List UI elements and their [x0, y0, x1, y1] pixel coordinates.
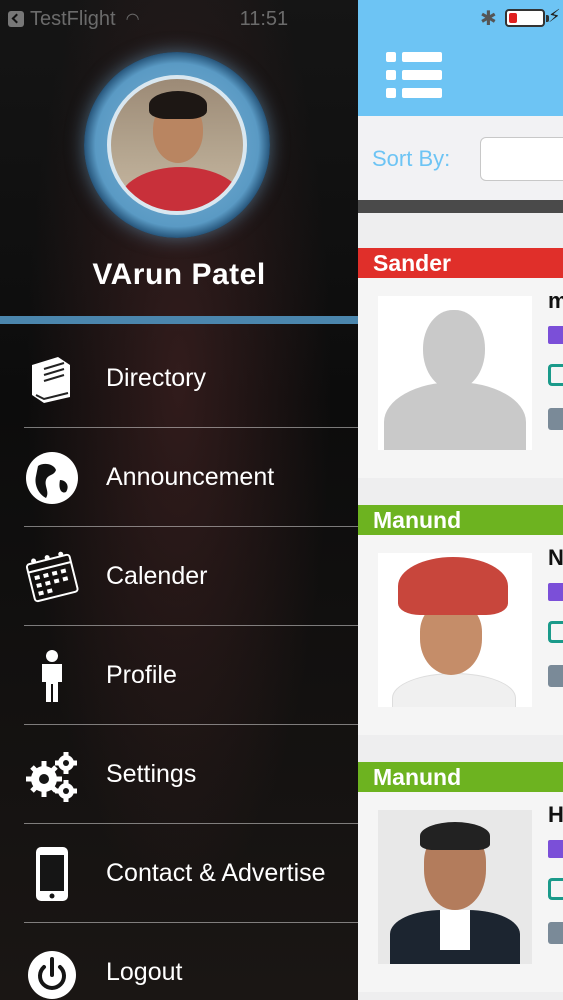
phone-call-icon[interactable]: [548, 364, 563, 386]
wifi-icon: ◠: [125, 11, 140, 28]
menu-item-label: Announcement: [106, 463, 275, 491]
directory-screen: ✱ ⚡ Sort By: Sander m Manund N Manund H: [358, 0, 563, 1000]
menu-item-label: Settings: [106, 760, 197, 788]
member-name: H: [548, 802, 563, 827]
menu-item-calender[interactable]: Calender: [0, 527, 358, 626]
menu-toggle-icon[interactable]: [386, 52, 442, 98]
avatar-ring: [84, 52, 270, 238]
charging-icon: ⚡: [548, 6, 561, 26]
phone-call-icon[interactable]: [548, 621, 563, 643]
card-category-band: Sander: [358, 248, 563, 278]
profile-header: VArun Patel: [0, 52, 358, 322]
menu-item-settings[interactable]: Settings: [0, 725, 358, 824]
menu-item-label: Directory: [106, 364, 207, 392]
sort-divider: [358, 200, 563, 213]
member-card[interactable]: Sander m: [358, 248, 563, 505]
menu-item-logout[interactable]: Logout: [0, 923, 358, 1000]
email-icon[interactable]: [548, 840, 563, 858]
briefcase-icon: [548, 408, 563, 430]
phone-icon: [24, 846, 80, 902]
side-drawer: TestFlight ◠ 11:51 VArun Patel Directory…: [0, 0, 358, 1000]
member-photo: [378, 553, 532, 707]
email-icon[interactable]: [548, 583, 563, 601]
gears-icon: [24, 747, 80, 803]
avatar[interactable]: [107, 75, 247, 215]
briefcase-icon: [548, 665, 563, 687]
card-body: H: [358, 792, 563, 992]
drawer-menu: Directory Announcement Calender Profile …: [0, 329, 358, 1000]
menu-item-contact-advertise[interactable]: Contact & Advertise: [0, 824, 358, 923]
person-icon: [24, 648, 80, 704]
user-name: VArun Patel: [92, 258, 266, 291]
carrier-label: TestFlight: [30, 7, 116, 30]
sort-label: Sort By:: [372, 146, 451, 171]
status-bar: TestFlight ◠ 11:51: [0, 0, 358, 38]
menu-item-directory[interactable]: Directory: [0, 329, 358, 428]
top-bar: [358, 38, 563, 116]
sort-row: Sort By:: [358, 116, 563, 213]
book-icon: [24, 351, 80, 407]
battery-icon: [505, 9, 549, 27]
menu-item-label: Profile: [106, 661, 177, 689]
power-icon: [24, 945, 80, 1000]
email-icon[interactable]: [548, 326, 563, 344]
member-name: N: [548, 545, 563, 570]
member-photo: [378, 810, 532, 964]
phone-call-icon[interactable]: [548, 878, 563, 900]
menu-item-label: Calender: [106, 562, 208, 590]
card-body: N: [358, 535, 563, 735]
menu-item-profile[interactable]: Profile: [0, 626, 358, 725]
status-bar-right: ✱ ⚡: [358, 0, 563, 38]
card-category-band: Manund: [358, 505, 563, 535]
menu-item-announcement[interactable]: Announcement: [0, 428, 358, 527]
menu-item-label: Logout: [106, 958, 183, 986]
globe-icon: [24, 450, 80, 506]
member-card[interactable]: Manund H: [358, 762, 563, 1000]
menu-item-label: Contact & Advertise: [106, 859, 326, 887]
back-to-app-icon[interactable]: [8, 11, 24, 27]
sort-select[interactable]: [480, 137, 563, 181]
member-name: m: [548, 288, 563, 313]
drawer-divider: [0, 316, 358, 324]
calendar-icon: [24, 549, 80, 605]
briefcase-icon: [548, 922, 563, 944]
status-time: 11:51: [239, 7, 289, 30]
card-body: m: [358, 278, 563, 478]
card-category-band: Manund: [358, 762, 563, 792]
member-list: Sander m Manund N Manund H: [358, 248, 563, 1000]
member-photo-placeholder: [378, 296, 532, 450]
bluetooth-icon: ✱: [480, 8, 497, 30]
member-card[interactable]: Manund N: [358, 505, 563, 762]
